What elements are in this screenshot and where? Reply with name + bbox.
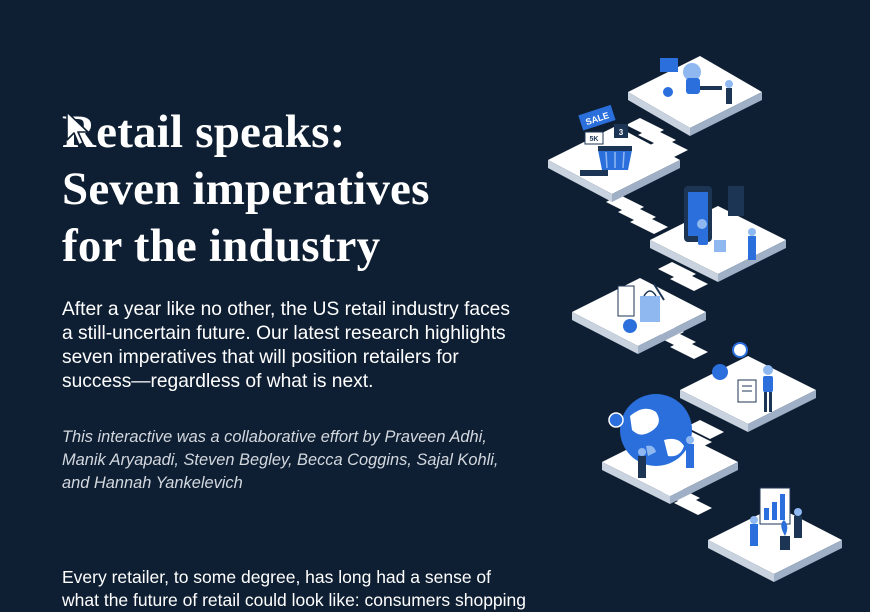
title-line-3: for the industry xyxy=(62,220,381,272)
monitor-icon xyxy=(660,58,678,72)
intro-line: After a year like no other, the US retai… xyxy=(62,299,510,320)
intro-line: success—regardless of what is next. xyxy=(62,371,374,392)
location-pin-icon xyxy=(663,87,673,97)
platform-sale: SALE 5K 3 xyxy=(548,104,680,202)
price-tag-label: 5K xyxy=(590,136,599,143)
credit-line: Manik Aryapadi, Steven Begley, Becca Cog… xyxy=(62,451,499,469)
retail-staircase-illustration: SALE 5K 3 xyxy=(548,56,842,582)
counter-badge: 3 xyxy=(614,124,628,138)
article-title: Retail speaks: Seven imperatives for the… xyxy=(62,104,532,275)
recycle-icon xyxy=(623,319,637,333)
intro-line: seven imperatives that will position ret… xyxy=(62,347,459,368)
intro-line: a still-uncertain future. Our latest res… xyxy=(62,323,506,344)
magnifier-icon xyxy=(732,342,748,358)
body-line: what the future of retail could look lik… xyxy=(62,590,527,610)
location-pin-icon xyxy=(712,364,728,380)
bar-chart-icon xyxy=(759,487,791,525)
counter-badge-label: 3 xyxy=(619,128,624,137)
shopping-basket-icon xyxy=(598,146,632,170)
platform-analytics xyxy=(680,342,816,432)
body-paragraph: Every retailer, to some degree, has long… xyxy=(62,566,582,612)
credits-paragraph: This interactive was a collaborative eff… xyxy=(62,426,562,495)
credit-line: This interactive was a collaborative eff… xyxy=(62,428,487,446)
credit-line: and Hannah Yankelevich xyxy=(62,474,243,492)
price-tag: 5K xyxy=(584,131,604,145)
mouse-cursor-icon xyxy=(66,111,89,146)
intro-paragraph: After a year like no other, the US retai… xyxy=(62,298,562,394)
globe-icon xyxy=(620,394,692,466)
plant-icon xyxy=(780,536,790,550)
title-line-2: Seven imperatives xyxy=(62,163,430,215)
title-line-1: Retail speaks: xyxy=(62,106,346,158)
platform-growth xyxy=(708,487,842,582)
shopping-bag-icon xyxy=(640,296,660,322)
body-line: Every retailer, to some degree, has long… xyxy=(62,567,492,587)
sale-tag: SALE xyxy=(578,104,616,131)
